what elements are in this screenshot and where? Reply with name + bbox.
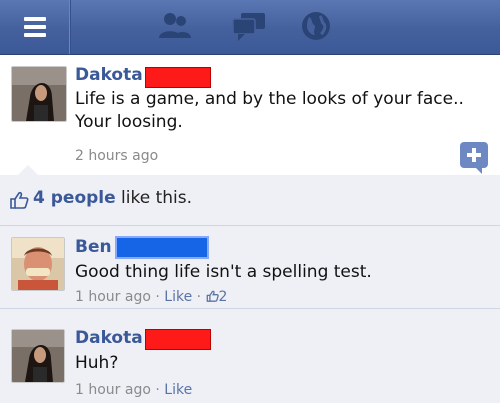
menu-icon[interactable] [0,0,71,54]
top-nav-bar [0,0,500,55]
post-text-line1: Life is a game, and by the looks of your… [75,89,464,109]
likes-summary[interactable]: 4 people like this. [0,175,500,226]
friends-icon[interactable] [157,10,193,42]
likes-count[interactable]: 4 people [33,188,116,208]
thumbs-up-icon [10,191,29,209]
likes-text: 4 people like this. [33,188,192,208]
messages-icon[interactable] [231,10,267,42]
like-count[interactable]: 2 [219,289,228,305]
thumbs-up-icon [206,290,219,302]
redacted-surname [145,67,211,88]
comment-timestamp: 1 hour ago [75,289,151,305]
comment-author[interactable]: Dakota [75,328,143,348]
meta-separator: · [192,289,206,305]
comment-item: Ben Good thing life isn't a spelling tes… [0,226,500,309]
redacted-surname [145,329,211,350]
comments-section: 4 people like this. Ben Good thing life … [0,165,500,403]
meta-separator: · [150,289,165,305]
avatar[interactable] [11,329,65,383]
comment-item: Dakota Huh? 1 hour ago · Like [0,309,500,403]
comment-meta: 1 hour ago · Like [75,382,192,398]
post-author[interactable]: Dakota [75,65,143,85]
status-post: Dakota Life is a game, and by the looks … [0,55,500,175]
like-link[interactable]: Like [164,289,192,305]
avatar[interactable] [11,66,67,122]
comment-text: Good thing life isn't a spelling test. [75,262,372,282]
meta-separator: · [150,382,165,398]
avatar[interactable] [11,237,65,291]
plus-icon[interactable] [460,142,488,174]
globe-icon[interactable] [298,10,334,42]
redacted-surname [115,236,209,259]
post-text-line2: Your loosing. [75,112,183,132]
comment-author[interactable]: Ben [75,237,112,257]
comment-timestamp: 1 hour ago [75,382,151,398]
like-link[interactable]: Like [164,382,192,398]
comment-meta: 1 hour ago · Like · 2 [75,289,227,305]
comment-text: Huh? [75,353,119,373]
post-timestamp: 2 hours ago [75,148,159,164]
caret-pointer [18,165,38,175]
likes-suffix: like this. [115,188,193,208]
